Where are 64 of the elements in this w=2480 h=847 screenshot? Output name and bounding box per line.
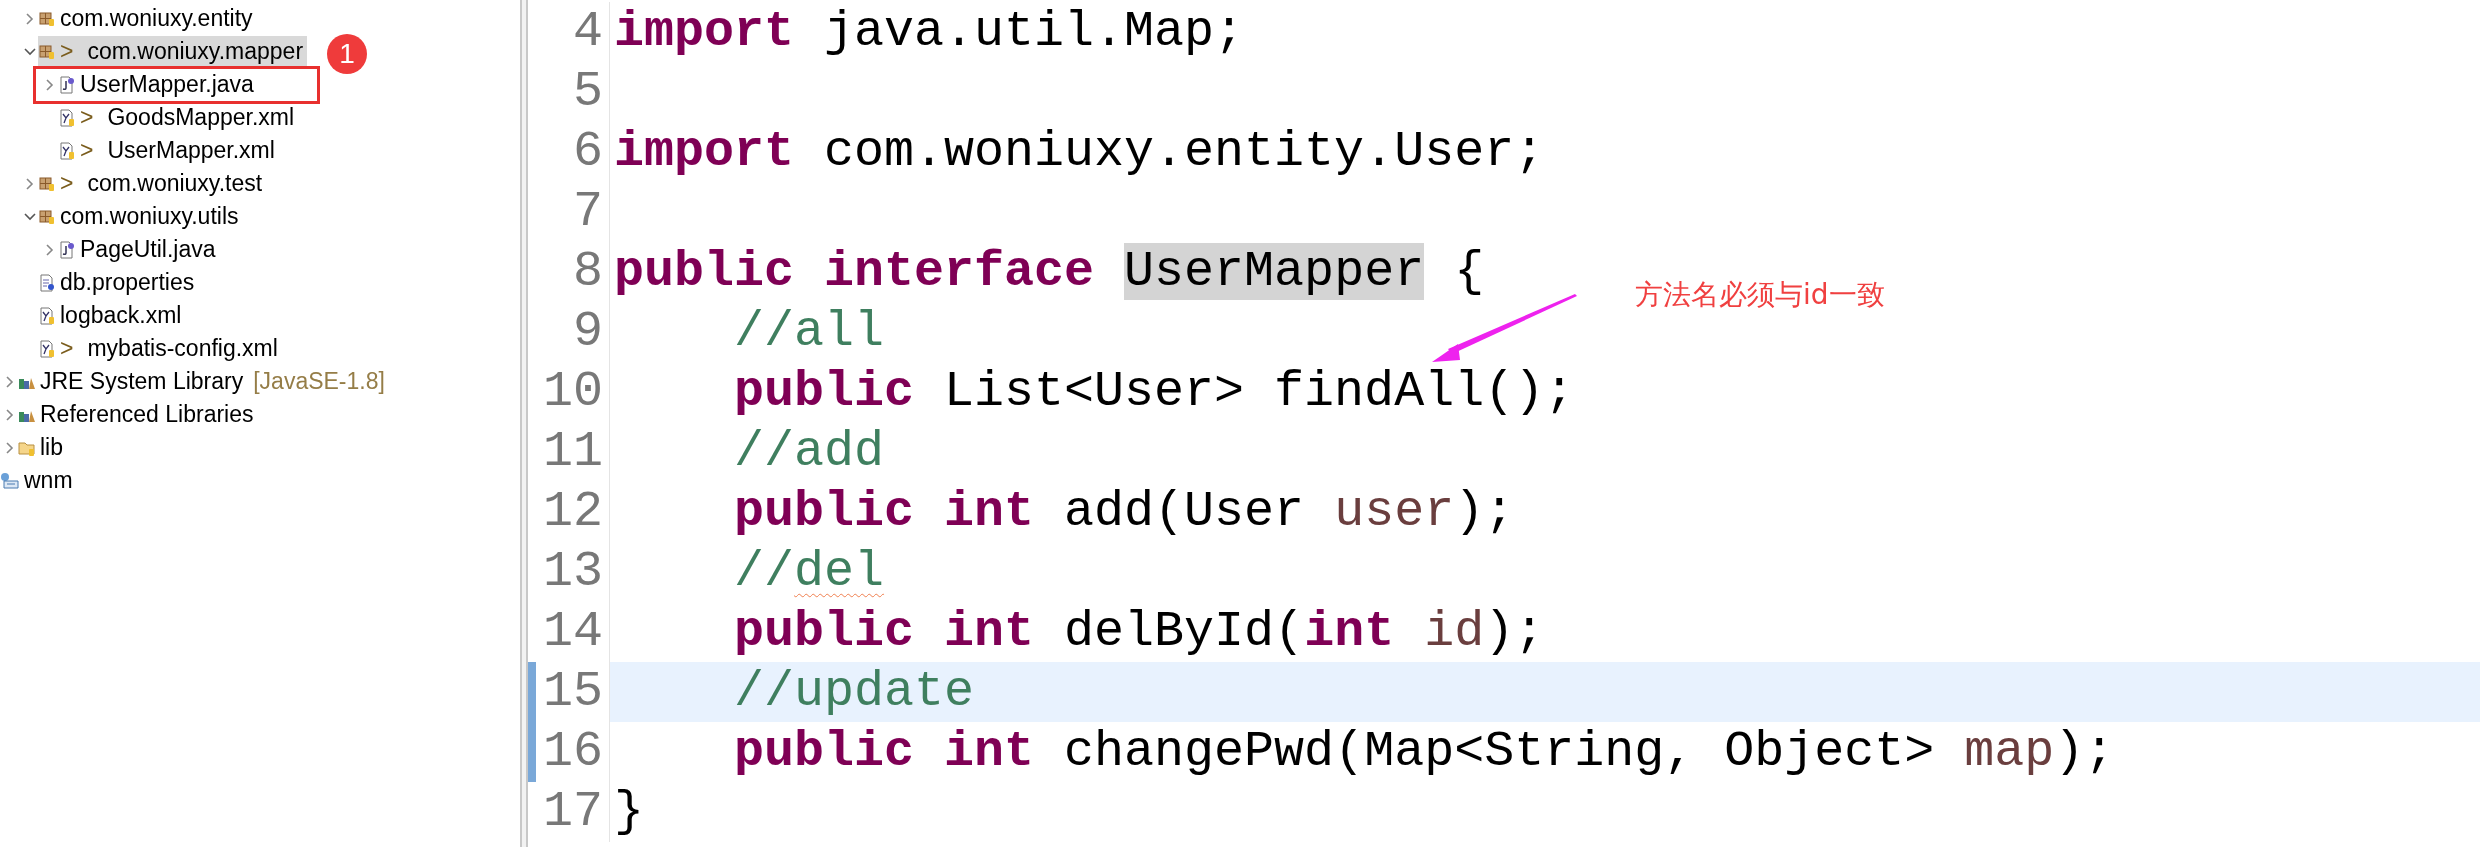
step-badge: 1: [327, 34, 367, 74]
tree-item[interactable]: logback.xml: [38, 300, 186, 331]
line-number: 11: [543, 423, 603, 481]
code-line: public int add(User user);: [734, 483, 1515, 541]
line-number: 13: [543, 543, 603, 601]
tree-item[interactable]: com.woniuxy.utils: [38, 201, 243, 232]
tree-item[interactable]: JRE System Library [JavaSE-1.8]: [18, 366, 389, 397]
chevron-down-icon[interactable]: [24, 212, 36, 221]
code-line: public int delById(int id);: [734, 603, 1545, 661]
tree-item[interactable]: com.woniuxy.entity: [38, 3, 257, 34]
line-number: 4: [573, 3, 603, 61]
code-line: //update: [734, 663, 975, 721]
line-number: 9: [573, 303, 603, 361]
line-number: 10: [543, 363, 603, 421]
tree-item[interactable]: > mybatis-config.xml: [38, 333, 282, 364]
xml-file-icon: [38, 339, 56, 358]
tree-item[interactable]: > com.woniuxy.mapper: [38, 36, 308, 67]
code-line: public int changePwd(Map<String, Object> map);: [734, 723, 2115, 781]
chevron-right-icon[interactable]: [26, 177, 34, 190]
tree-item[interactable]: > GoodsMapper.xml: [58, 102, 299, 133]
xml-file-icon: [58, 108, 76, 127]
java-file-icon: [58, 75, 76, 94]
line-number: 6: [573, 123, 603, 181]
code-line: public interface UserMapper {: [614, 243, 1485, 301]
code-line: public List<User> findAll();: [734, 363, 1575, 421]
tree-item[interactable]: Referenced Libraries: [18, 399, 258, 430]
package-icon: [38, 42, 56, 61]
tree-item[interactable]: lib: [18, 432, 67, 463]
chevron-right-icon[interactable]: [6, 375, 14, 388]
xml-file-icon: [38, 306, 56, 325]
project-icon: [0, 471, 20, 490]
chevron-right-icon[interactable]: [46, 78, 54, 91]
properties-file-icon: [38, 273, 56, 292]
line-number: 14: [543, 603, 603, 661]
tree-item[interactable]: PageUtil.java: [58, 234, 220, 265]
chevron-right-icon[interactable]: [6, 441, 14, 454]
package-icon: [38, 9, 56, 28]
tree-item[interactable]: > com.woniuxy.test: [38, 168, 267, 199]
chevron-right-icon[interactable]: [46, 243, 54, 256]
chevron-right-icon[interactable]: [6, 408, 14, 421]
code-line: }: [614, 783, 644, 841]
java-file-icon: [58, 240, 76, 259]
annotation-note: 方法名必须与id一致: [1635, 277, 1885, 313]
code-line: import com.woniuxy.entity.User;: [614, 123, 1545, 181]
line-number: 17: [543, 783, 603, 841]
tree-item[interactable]: UserMapper.java: [58, 69, 258, 100]
code-line: //add: [734, 423, 885, 481]
chevron-right-icon[interactable]: [26, 12, 34, 25]
tree-item[interactable]: > UserMapper.xml: [58, 135, 279, 166]
package-icon: [38, 207, 56, 226]
code-line: //all: [734, 303, 885, 361]
line-number: 5: [573, 63, 603, 121]
tree-item[interactable]: wnm: [0, 465, 77, 496]
code-line: //del: [734, 543, 885, 601]
line-number: 7: [573, 183, 603, 241]
line-number: 8: [573, 243, 603, 301]
xml-file-icon: [58, 141, 76, 160]
package-icon: [38, 174, 56, 193]
line-number: 16: [543, 723, 603, 781]
line-number: 12: [543, 483, 603, 541]
line-number: 15: [543, 663, 603, 721]
tree-item[interactable]: db.properties: [38, 267, 199, 298]
chevron-down-icon[interactable]: [24, 47, 36, 56]
code-line: import java.util.Map;: [614, 3, 1245, 61]
